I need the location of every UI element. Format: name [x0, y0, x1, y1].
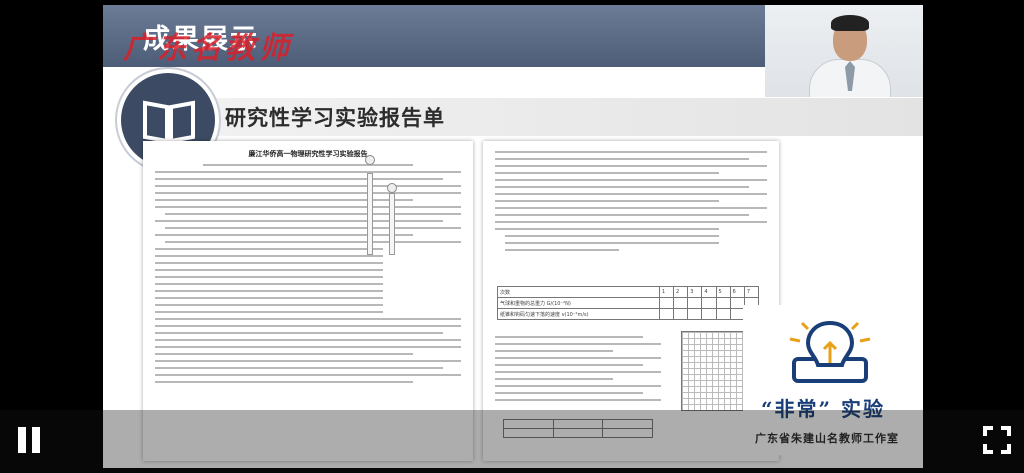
text-line — [155, 171, 461, 173]
text-line — [155, 276, 383, 278]
text-line — [155, 248, 383, 250]
text-line — [155, 297, 383, 299]
text-line — [495, 399, 661, 401]
text-line — [155, 283, 383, 285]
text-line — [495, 221, 767, 223]
text-line — [495, 214, 749, 216]
table-row: 纸锥和钩码匀速下落的速度 v(10⁻²m/s) — [497, 308, 760, 320]
text-line — [505, 235, 719, 237]
report-title: 廉江华侨高一物理研究性学习实验报告 — [248, 150, 368, 158]
table-row: 气球和重物的总重力 G/(10⁻²N) — [497, 297, 760, 309]
presenter-video[interactable] — [765, 5, 923, 97]
text-line — [155, 381, 413, 383]
pause-button[interactable] — [16, 427, 42, 453]
text-line — [155, 311, 383, 313]
text-line — [155, 318, 461, 320]
pause-icon — [18, 427, 26, 453]
text-line — [495, 392, 643, 394]
table-cell: 气球和重物的总重力 G/(10⁻²N) — [497, 297, 660, 309]
table-cell: 3 — [687, 286, 703, 298]
table-cell: 纸锥和钩码匀速下落的速度 v(10⁻²m/s) — [497, 308, 660, 320]
text-line — [495, 200, 719, 202]
pause-icon — [32, 427, 40, 453]
text-line — [495, 207, 767, 209]
text-line — [495, 364, 643, 366]
balloon — [365, 155, 375, 165]
text-line — [495, 193, 767, 195]
table-cell: 1 — [658, 286, 675, 298]
text-line — [495, 179, 767, 181]
text-line — [155, 360, 461, 362]
player-control-bar — [0, 410, 1024, 473]
text-line — [165, 227, 461, 229]
text-line — [495, 228, 719, 230]
text-line — [155, 339, 461, 341]
text-line — [495, 343, 661, 345]
text-line — [155, 185, 461, 187]
table-cell: 次数 — [497, 286, 660, 298]
text-line — [165, 241, 461, 243]
text-line — [495, 385, 661, 387]
text-line — [495, 158, 749, 160]
text-line — [155, 332, 443, 334]
text-line — [155, 304, 383, 306]
text-line — [495, 165, 767, 167]
table-row: 次数 1 2 3 4 5 6 7 — [497, 286, 760, 298]
data-table: 次数 1 2 3 4 5 6 7 气球和重物的总重力 G/(10⁻²N) 纸锥和… — [497, 286, 760, 320]
watermark-logo: 广东名教师 — [123, 31, 293, 66]
table-cell: 5 — [715, 286, 731, 298]
text-line — [155, 374, 461, 376]
text-line — [155, 353, 413, 355]
text-line — [505, 242, 719, 244]
table-cell: 7 — [743, 286, 760, 298]
text-line — [155, 367, 443, 369]
text-line — [495, 371, 661, 373]
fullscreen-icon[interactable] — [981, 424, 1013, 456]
text-line — [155, 255, 383, 257]
table-cell: 6 — [729, 286, 745, 298]
text-line — [155, 325, 461, 327]
text-line — [155, 290, 383, 292]
text-line — [495, 151, 767, 153]
table-cell: 4 — [701, 286, 717, 298]
tube — [389, 193, 395, 255]
text-line — [495, 378, 613, 380]
table-cell: 2 — [673, 286, 689, 298]
balloon — [387, 183, 397, 193]
slide-subtitle: 研究性学习实验报告单 — [225, 106, 445, 130]
text-line — [155, 262, 383, 264]
presenter-hair — [831, 15, 869, 31]
text-line — [155, 269, 383, 271]
book-icon — [143, 100, 195, 144]
text-line — [155, 206, 461, 208]
experiment-diagram — [353, 153, 413, 263]
text-line — [165, 213, 461, 215]
text-line — [505, 249, 619, 251]
lightbulb-icon — [789, 320, 871, 383]
text-line — [155, 346, 461, 348]
text-line — [495, 357, 661, 359]
text-line — [495, 186, 749, 188]
text-line — [495, 350, 613, 352]
text-line — [495, 336, 643, 338]
tube — [367, 173, 373, 255]
text-line — [155, 192, 461, 194]
text-line — [495, 172, 719, 174]
presentation-slide: 成果展示 广东名教师 研究性学习实验报告单 廉江华侨高一物理研究性学习实验报告 — [103, 5, 923, 468]
